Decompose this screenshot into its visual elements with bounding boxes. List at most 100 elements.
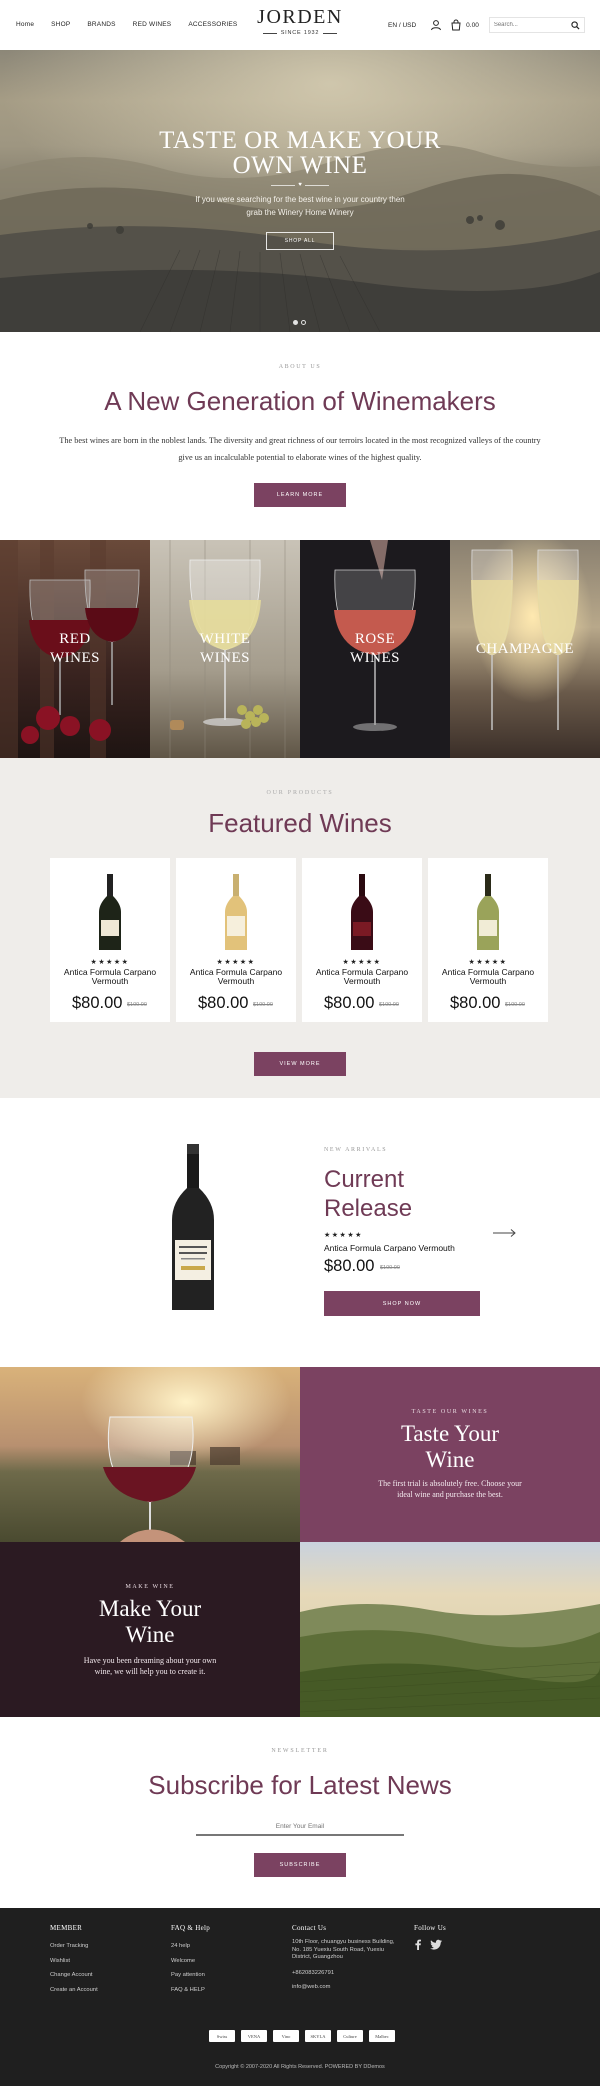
category-champagne-line1: CHAMPAGNE	[475, 641, 575, 657]
search-box	[488, 17, 585, 33]
footer-member: MEMBER Order Tracking Wishlist Change Ac…	[50, 1924, 98, 1997]
footer-follow-title: Follow Us	[414, 1924, 447, 1932]
make-title-line2: Wine	[125, 1622, 175, 1647]
make-title: Make Your Wine	[0, 1596, 300, 1648]
product-old-price: $100.00	[253, 1002, 273, 1008]
category-white-wines[interactable]: WHITE WINES	[150, 540, 300, 758]
nav-brands[interactable]: BRANDS	[87, 21, 115, 28]
product-name[interactable]: Antica Formula Carpano Vermouth	[308, 968, 416, 986]
product-price: $80.00	[198, 994, 249, 1012]
taste-your-wine-panel: TASTE OUR WINES Taste Your Wine The first…	[300, 1367, 600, 1542]
view-more-button[interactable]: VIEW MORE	[254, 1052, 346, 1076]
brand-logos: Swiss VENA Vino SKYLA Culture Malbec	[209, 2030, 395, 2042]
footer-link[interactable]: Order Tracking	[50, 1939, 98, 1954]
product-old-price: $100.00	[127, 1002, 147, 1008]
search-icon[interactable]	[571, 20, 580, 30]
category-label: CHAMPAGNE	[450, 640, 600, 659]
product-old-price: $100.00	[379, 1002, 399, 1008]
footer-follow: Follow Us	[414, 1924, 446, 1950]
category-rose-line2: WINES	[350, 650, 400, 666]
current-release-old-price: $100.00	[380, 1265, 400, 1271]
featured-section: OUR PRODUCTS Featured Wines ★★★★★ Antica…	[0, 758, 600, 1098]
product-name[interactable]: Antica Formula Carpano Vermouth	[182, 968, 290, 986]
category-red-wines[interactable]: RED WINES	[0, 540, 150, 758]
facebook-icon[interactable]	[414, 1939, 422, 1950]
current-release-price: $80.00	[324, 1257, 375, 1275]
rating-stars: ★★★★★	[216, 959, 256, 966]
twitter-icon[interactable]	[430, 1939, 442, 1950]
cart-total[interactable]: 0.00	[466, 22, 479, 29]
email-input[interactable]	[196, 1818, 404, 1836]
language-currency-selector[interactable]: EN / USD	[388, 22, 416, 29]
next-arrow-icon[interactable]	[493, 1228, 517, 1238]
product-name[interactable]: Antica Formula Carpano Vermouth	[434, 968, 542, 986]
shop-now-button[interactable]: SHOP NOW	[324, 1291, 480, 1316]
learn-more-button[interactable]: LEARN MORE	[254, 483, 346, 507]
cart-icon[interactable]	[450, 19, 462, 31]
user-icon[interactable]	[430, 19, 442, 31]
category-rose-wines[interactable]: ROSE WINES	[300, 540, 450, 758]
taste-title-line2: Wine	[425, 1447, 475, 1472]
new-arrivals-label: NEW ARRIVALS	[324, 1147, 388, 1153]
heart-icon: ♥	[298, 182, 302, 188]
footer-faq: FAQ & Help 24 help Welcome Pay attention…	[171, 1924, 210, 1997]
make-title-line1: Make Your	[98, 1596, 202, 1621]
footer-link[interactable]: Wishlist	[50, 1954, 98, 1969]
header-tools: EN / USD 0.00	[388, 17, 585, 33]
subscribe-button[interactable]: SUBSCRIBE	[254, 1853, 346, 1877]
category-red-line1: RED	[59, 631, 91, 647]
taste-title-line1: Taste Your	[400, 1421, 500, 1446]
footer-link[interactable]: Pay attention	[171, 1968, 210, 1983]
logo-since: SINCE 1932	[250, 30, 350, 36]
product-price: $80.00	[72, 994, 123, 1012]
slider-dots	[293, 320, 306, 325]
brand-logo: Malbec	[369, 2030, 395, 2042]
brand-logo: Culture	[337, 2030, 363, 2042]
make-your-wine-panel: MAKE WINE Make Your Wine Have you been dr…	[0, 1542, 300, 1717]
footer-link[interactable]: FAQ & HELP	[171, 1983, 210, 1998]
product-name[interactable]: Antica Formula Carpano Vermouth	[56, 968, 164, 986]
slider-dot-1[interactable]	[293, 320, 298, 325]
slider-dot-2[interactable]	[301, 320, 306, 325]
category-label: RED WINES	[0, 630, 150, 668]
wine-bottle-image	[225, 874, 247, 950]
footer-link[interactable]: Create an Account	[50, 1983, 98, 1998]
footer-member-title: MEMBER	[50, 1924, 83, 1932]
contact-phone[interactable]: +862083226791	[292, 1966, 402, 1981]
product-card[interactable]: ★★★★★ Antica Formula Carpano Vermouth $8…	[176, 858, 296, 1022]
hero-title-line2: OWN WINE	[232, 152, 368, 179]
main-nav: Home SHOP BRANDS RED WINES ACCESSORIES	[16, 21, 254, 28]
footer-contact-title: Contact Us	[292, 1924, 327, 1932]
category-champagne[interactable]: CHAMPAGNE	[450, 540, 600, 758]
footer-link[interactable]: Change Account	[50, 1968, 98, 1983]
nav-home[interactable]: Home	[16, 21, 34, 28]
make-label: MAKE WINE	[125, 1584, 175, 1590]
site-header: Home SHOP BRANDS RED WINES ACCESSORIES J…	[0, 0, 600, 50]
footer-link[interactable]: 24 help	[171, 1939, 210, 1954]
wine-bottle-image	[99, 874, 121, 950]
vineyard-hills-image	[300, 1542, 600, 1717]
current-release-product-name[interactable]: Antica Formula Carpano Vermouth	[324, 1243, 455, 1253]
product-price: $80.00	[450, 994, 501, 1012]
footer-link[interactable]: Welcome	[171, 1954, 210, 1969]
search-input[interactable]	[493, 22, 564, 28]
hero-text: If you were searching for the best wine …	[180, 193, 420, 219]
logo[interactable]: JORDEN SINCE 1932	[250, 6, 350, 36]
rating-stars: ★★★★★	[342, 959, 382, 966]
featured-title: Featured Wines	[208, 808, 392, 838]
nav-red-wines[interactable]: RED WINES	[133, 21, 172, 28]
product-card[interactable]: ★★★★★ Antica Formula Carpano Vermouth $8…	[428, 858, 548, 1022]
contact-email[interactable]: info@web.com	[292, 1980, 402, 1995]
category-label: ROSE WINES	[300, 630, 450, 668]
product-card[interactable]: ★★★★★ Antica Formula Carpano Vermouth $8…	[302, 858, 422, 1022]
category-white-line2: WINES	[200, 650, 250, 666]
nav-shop[interactable]: SHOP	[51, 21, 70, 28]
about-title: A New Generation of Winemakers	[104, 386, 496, 416]
brand-logo: Swiss	[209, 2030, 235, 2042]
logo-name: JORDEN	[257, 6, 343, 28]
product-old-price: $100.00	[505, 1002, 525, 1008]
nav-accessories[interactable]: ACCESSORIES	[188, 21, 237, 28]
product-card[interactable]: ★★★★★ Antica Formula Carpano Vermouth $8…	[50, 858, 170, 1022]
footer-faq-title: FAQ & Help	[171, 1924, 211, 1932]
shop-all-button[interactable]: SHOP ALL	[266, 232, 334, 250]
